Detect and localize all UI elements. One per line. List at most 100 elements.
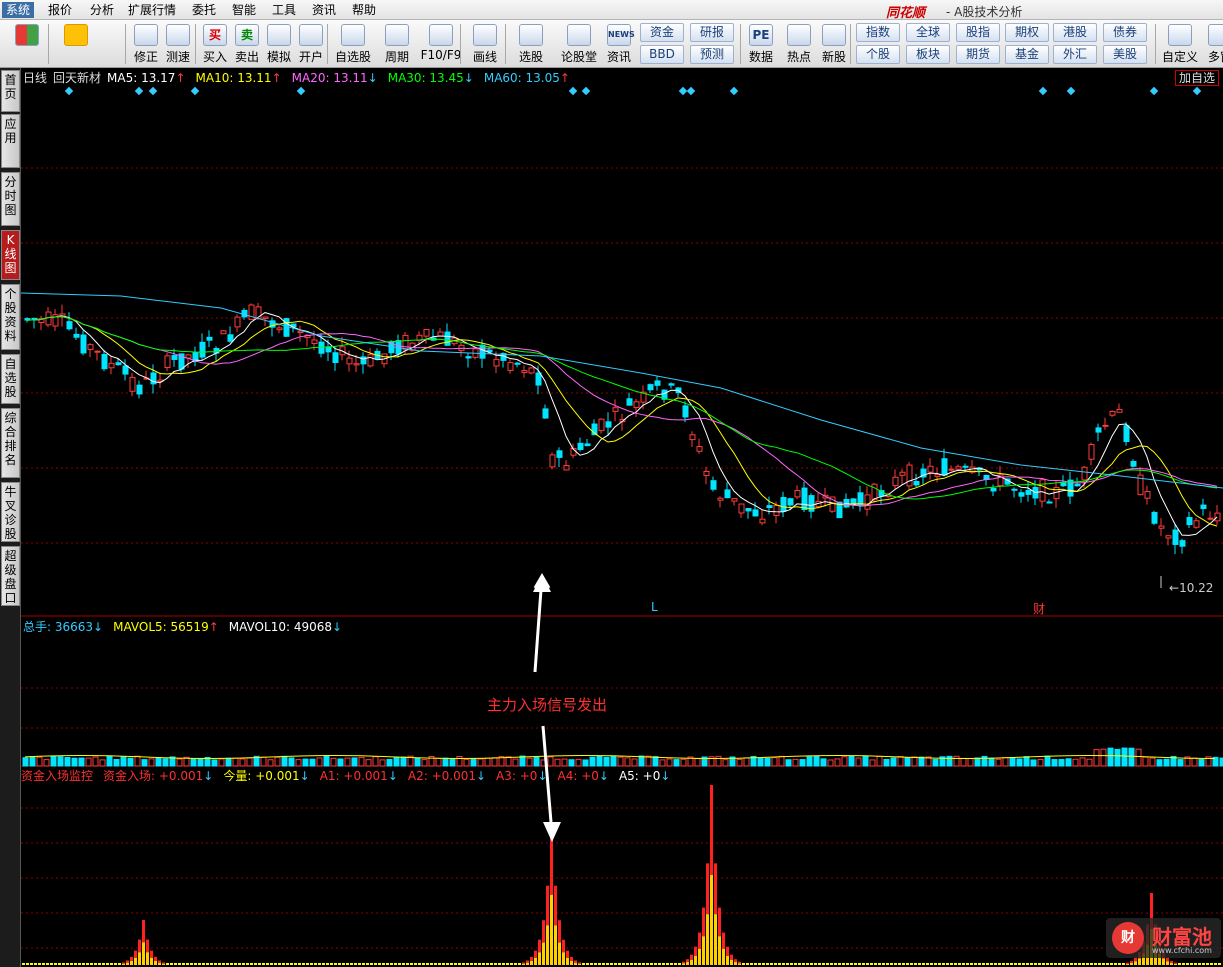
volume-bar [659,759,666,767]
menu-item-5[interactable]: 智能 [228,2,260,18]
indicator-arrow-icon: ↑ [175,71,186,85]
toolbar-button-10[interactable]: F10/F9 [420,22,462,66]
fund-bar-bottom [162,963,165,965]
toolbar-button-14[interactable]: NEWS 资讯 [600,22,638,66]
volume-bar [848,755,855,767]
candle-body [234,316,241,328]
candle-body [927,465,934,473]
sidebar-tab-0[interactable]: 首页 [1,70,20,112]
fund-bar-bottom [566,957,569,965]
fund-bar [98,963,101,965]
toolbar-button-19[interactable]: 多窗 [1205,22,1223,66]
toolbar-button-13[interactable]: 论股堂 [556,22,602,66]
candle-body [682,405,689,418]
toolbar-button-label: 自选股 [334,50,371,64]
fund-bar [1098,963,1101,965]
quick-button-1-1[interactable]: 预测 [690,45,734,64]
toolbar-button-2[interactable]: 修正 [130,22,162,66]
toolbar-button-11[interactable]: 画线 [465,22,505,66]
toolbar-button-4[interactable]: 买买入 [200,22,230,66]
fund-bar [914,963,917,965]
quick-button-2-0[interactable]: 指数 [856,23,900,42]
toolbar-button-1[interactable] [58,22,94,66]
toolbar-button-17[interactable]: 新股 [817,22,851,66]
fund-bar [210,963,213,965]
sidebar-tab-6[interactable]: 综合排名 [1,408,20,478]
toolbar-separator [740,24,741,64]
fund-bar [758,963,761,965]
toolbar-button-5[interactable]: 卖卖出 [232,22,262,66]
candle-body [717,497,724,501]
quick-button-4-1[interactable]: 期货 [956,45,1000,64]
volume-bar [358,756,365,767]
quick-button-6-0[interactable]: 港股 [1053,23,1097,42]
chart-area[interactable]: 日线 回天新材 MA5: 13.17↑ MA10: 13.11↑ MA20: 13.11… [21,68,1223,967]
sidebar-tab-4[interactable]: 个股资料 [1,284,20,350]
toolbar-button-8[interactable]: 自选股 [333,22,373,66]
volume-bar [1100,748,1107,767]
fund-bar [414,963,417,965]
fund-bar [430,963,433,965]
toolbar-button-16[interactable]: 热点 [782,22,816,66]
toolbar-button-3[interactable]: 测速 [162,22,194,66]
fund-bar [1038,963,1041,965]
toolbar-button-12[interactable]: 选股 [511,22,551,66]
quick-button-7-1[interactable]: 美股 [1103,45,1147,64]
toolbar-button-7[interactable]: 开户 [296,22,326,66]
add-watch-button[interactable]: 加自选 [1174,70,1219,86]
quick-button-3-1[interactable]: 板块 [906,45,950,64]
fund-bar [894,963,897,965]
sidebar-tab-2[interactable]: 分时图 [1,172,20,226]
quick-button-0-1[interactable]: BBD [640,45,684,64]
sidebar-tab-3[interactable]: K线图 [1,230,20,280]
fund-bar [278,963,281,965]
fund-bar [1190,963,1193,965]
toolbar-button-9[interactable]: 周期 [377,22,417,66]
indicator-arrow-icon: ↓ [332,620,343,634]
sidebar-tab-8[interactable]: 超级盘口 [1,546,20,606]
fund-bar [846,963,849,965]
menu-item-1[interactable]: 报价 [44,2,76,18]
menu-item-4[interactable]: 委托 [188,2,220,18]
quick-button-4-0[interactable]: 股指 [956,23,1000,42]
candle-body [752,509,759,517]
quick-button-3-0[interactable]: 全球 [906,23,950,42]
menu-item-0[interactable]: 系统 [2,2,35,18]
sidebar-tab-1[interactable]: 应用 [1,114,20,168]
toolbar-button-6[interactable]: 模拟 [264,22,294,66]
fund-bar [838,963,841,965]
candle-body [122,365,129,375]
fund-bar [78,963,81,965]
toolbar-button-18[interactable]: 自定义 [1160,22,1200,66]
quick-button-1-0[interactable]: 研报 [690,23,734,42]
fund-bar [426,963,429,965]
quick-button-0-0[interactable]: 资金 [640,23,684,42]
fund-bar [206,963,209,965]
fund-bar [398,963,401,965]
menu-item-3[interactable]: 扩展行情 [124,2,180,18]
toolbar-button-15[interactable]: PE 数据 [745,22,777,66]
quick-button-2-1[interactable]: 个股 [856,45,900,64]
menu-item-2[interactable]: 分析 [86,2,118,18]
fund-bar [166,963,169,965]
quick-button-7-0[interactable]: 债券 [1103,23,1147,42]
toolbar: 修正 测速买买入卖卖出 模拟 开户 自选股 周期 F10/F9 画线 选股 论股堂 NEWS 资讯 PE… [0,20,1223,68]
quick-button-5-0[interactable]: 期权 [1005,23,1049,42]
sidebar-tab-7[interactable]: 牛叉诊股 [1,482,20,542]
menu-item-8[interactable]: 帮助 [348,2,380,18]
menu-item-6[interactable]: 工具 [268,2,300,18]
signal-diamond-icon [296,86,306,96]
quick-button-5-1[interactable]: 基金 [1005,45,1049,64]
fund-bar [34,963,37,965]
fund-bar [314,963,317,965]
candle-body [724,489,731,499]
candle-body [990,487,997,492]
quick-button-6-1[interactable]: 外汇 [1053,45,1097,64]
candle-body [507,362,514,371]
watermark-url: www.cfchi.com [1152,946,1212,955]
toolbar-button-0[interactable] [10,22,44,66]
indicator-value: MA20: 13.11 [291,71,368,85]
menu-item-7[interactable]: 资讯 [308,2,340,18]
sidebar-tab-5[interactable]: 自选股 [1,354,20,404]
fund-bar [974,963,977,965]
